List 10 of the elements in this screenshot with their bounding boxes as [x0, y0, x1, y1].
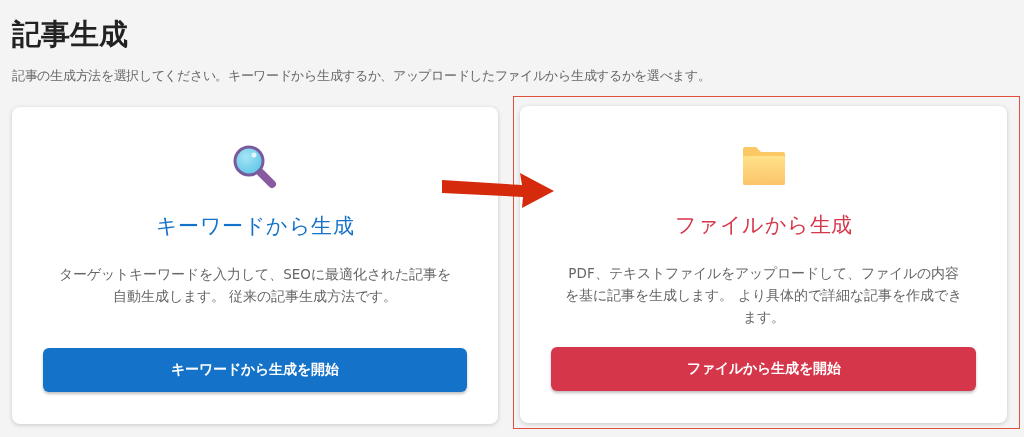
start-button[interactable]: キーワードから生成を開始	[43, 348, 467, 392]
folder-icon	[741, 146, 786, 186]
page-subtitle: 記事の生成方法を選択してください。キーワードから生成するか、アップロードしたファイルから生成するかを選べます。	[12, 67, 712, 85]
page-title: 記事生成	[12, 16, 129, 53]
card-title: キーワードから生成	[155, 213, 355, 240]
card-description: PDF、テキストファイルをアップロードして、ファイルの内容を基に記事を生成します。 より具体的で詳細な記事を作成できます。	[564, 264, 963, 327]
start-button[interactable]: ファイルから生成を開始	[551, 347, 976, 391]
card-title: ファイルから生成	[674, 212, 853, 239]
magnifier-icon	[232, 145, 278, 189]
card-description: ターゲットキーワードを入力して、SEOに最適化された記事を自動生成します。 従来の記事生成方法です。	[58, 265, 452, 306]
